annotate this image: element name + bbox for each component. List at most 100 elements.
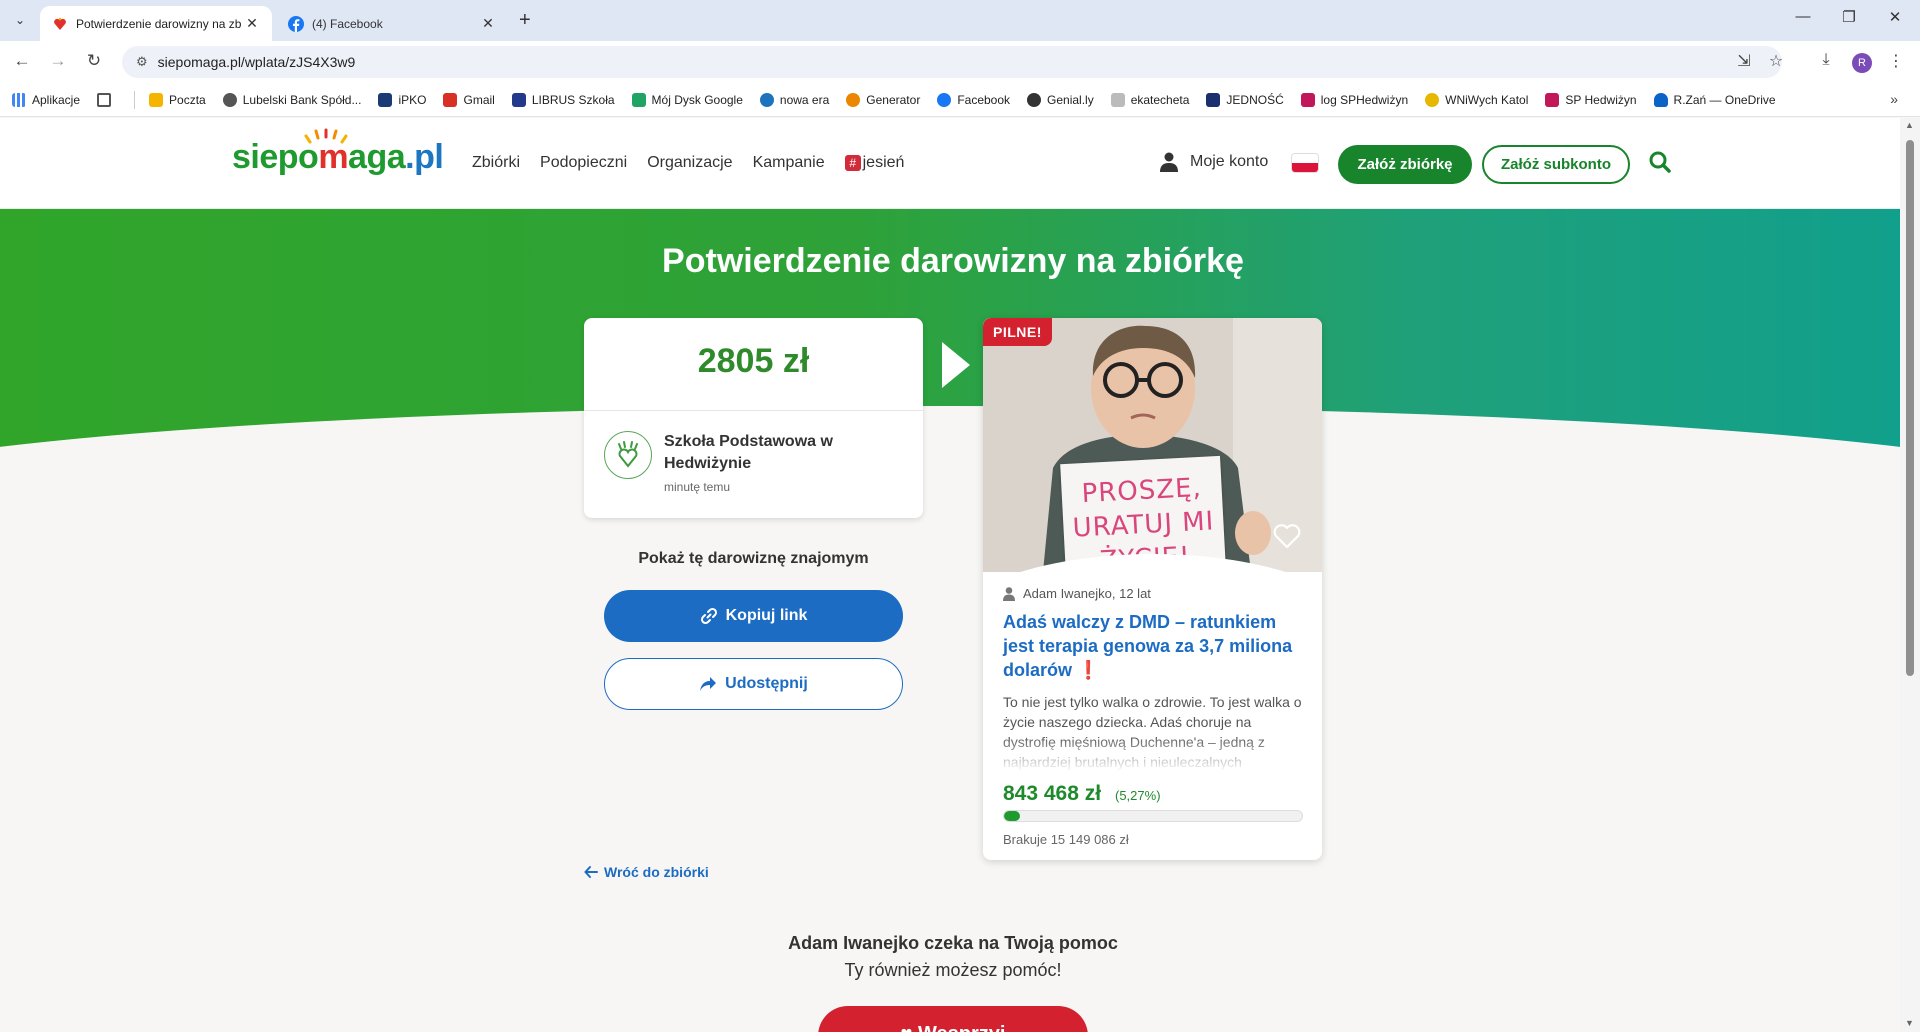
bookmark-item[interactable]: log SPHedwiżyn <box>1300 92 1408 107</box>
site-logo[interactable]: siepomaga.pl <box>232 138 444 177</box>
bookmark-item[interactable]: Genial.ly <box>1027 92 1094 107</box>
apps-grid-icon <box>12 92 26 107</box>
polish-flag-icon[interactable] <box>1292 154 1318 172</box>
page-scrollbar[interactable]: ▲ ▼ <box>1900 118 1920 1032</box>
sun-icon <box>1425 92 1440 107</box>
create-fundraiser-button[interactable]: Załóż zbiórkę <box>1338 145 1472 184</box>
profile-avatar[interactable]: R <box>1852 53 1872 73</box>
nav-kampanie[interactable]: Kampanie <box>753 154 825 172</box>
bank-icon <box>222 92 237 107</box>
back-icon[interactable]: ← <box>10 51 34 71</box>
install-app-icon[interactable]: ⇲ <box>1732 51 1756 71</box>
bookmark-item[interactable]: Generator <box>846 92 920 107</box>
bookmark-item[interactable]: nowa era <box>759 92 829 107</box>
page-viewport: siepomaga.pl Zbiórki Podopieczni Organiz… <box>0 118 1920 1032</box>
bookmark-item[interactable]: SP Hedwiżyn <box>1545 92 1637 107</box>
bookmark-item[interactable]: iPKO <box>378 92 426 107</box>
bookmark-item[interactable]: Mój Dysk Google <box>631 92 743 107</box>
scrollbar-thumb[interactable] <box>1906 140 1914 676</box>
copy-link-button[interactable]: Kopiuj link <box>604 590 903 642</box>
nav-zbiorki[interactable]: Zbiórki <box>472 154 520 172</box>
bookmark-item[interactable]: Gmail <box>443 92 495 107</box>
restore-icon[interactable]: ❐ <box>1826 8 1872 26</box>
campaign-title[interactable]: Adaś walczy z DMD – ratunkiem jest terap… <box>1003 610 1308 682</box>
organization-name[interactable]: Szkoła Podstawowa w Hedwiżynie <box>664 431 904 475</box>
donation-time: minutę temu <box>664 480 731 494</box>
share-heading: Pokaż tę darowiznę znajomym <box>638 550 869 567</box>
nav-podopieczni[interactable]: Podopieczni <box>540 154 627 172</box>
downloads-icon[interactable]: ⤓ <box>1814 51 1838 69</box>
bookmark-item[interactable]: Lubelski Bank Spółd... <box>222 92 362 107</box>
tab-title: Potwierdzenie darowizny na zb <box>76 16 242 31</box>
bookmarks-overflow-icon[interactable]: » <box>1890 91 1898 107</box>
address-toolbar: ← → ↻ ⚙ siepomaga.pl/wplata/zJS4X3w9 ⇲ ☆… <box>0 41 1920 83</box>
close-tab-icon[interactable]: ✕ <box>244 15 260 32</box>
donation-card: 2805 zł Szkoła Podstawowa w Hedwiżynie m… <box>584 318 923 518</box>
person-icon <box>1003 586 1015 601</box>
bookmark-label: LIBRUS Szkoła <box>531 92 615 107</box>
arrow-right-icon <box>942 342 970 388</box>
help-heading: Adam Iwanejko czeka na Twoją pomoc <box>788 933 1118 953</box>
bookmark-star-icon[interactable]: ☆ <box>1764 51 1788 71</box>
progress-bar <box>1003 810 1303 822</box>
nav-organizacje[interactable]: Organizacje <box>647 154 732 172</box>
donation-amount: 2805 zł <box>697 342 810 380</box>
new-tab-icon[interactable]: + <box>519 9 531 32</box>
tab-donation-confirmation[interactable]: Potwierdzenie darowizny na zb ✕ <box>40 6 272 41</box>
tab-search-chevron-icon[interactable]: ⌄ <box>8 8 32 32</box>
bookmark-tab-groups[interactable] <box>97 92 117 107</box>
heart-favorite-icon[interactable] <box>1273 523 1301 549</box>
bookmark-item[interactable]: Poczta <box>149 92 206 107</box>
account-link[interactable]: Moje konto <box>1160 152 1268 172</box>
share-button[interactable]: Udostępnij <box>604 658 903 710</box>
bookmark-item[interactable]: JEDNOŚĆ <box>1206 92 1284 107</box>
jednosc-icon <box>1206 92 1221 107</box>
facebook-favicon-icon <box>288 15 304 32</box>
bookmark-label: ekatecheta <box>1130 92 1190 107</box>
site-header: siepomaga.pl Zbiórki Podopieczni Organiz… <box>0 118 1900 209</box>
campaign-photo[interactable]: PROSZĘ, URATUJ MI ŻYCIE! PILNE! <box>983 318 1322 572</box>
search-icon[interactable] <box>1648 150 1672 174</box>
progress-fill <box>1004 811 1020 821</box>
nav-jesien[interactable]: # jesień <box>844 154 904 172</box>
minimize-icon[interactable]: — <box>1780 8 1826 25</box>
bookmark-item[interactable]: R.Zań — OneDrive <box>1653 92 1776 107</box>
tab-facebook[interactable]: (4) Facebook ✕ <box>276 6 508 41</box>
bookmark-item[interactable]: Facebook <box>937 92 1010 107</box>
siepomaga-favicon-icon <box>52 16 68 32</box>
logo-text: aga <box>348 138 406 176</box>
bookmark-label: Lubelski Bank Spółd... <box>242 92 362 107</box>
close-window-icon[interactable]: ✕ <box>1872 8 1918 26</box>
school-logo-icon <box>1300 92 1315 107</box>
campaign-card[interactable]: PROSZĘ, URATUJ MI ŻYCIE! PILNE! Adam Iwa… <box>983 318 1322 860</box>
bookmark-label: JEDNOŚĆ <box>1226 92 1284 107</box>
url-text[interactable]: siepomaga.pl/wplata/zJS4X3w9 <box>158 54 356 70</box>
beneficiary-name: Adam Iwanejko, 12 lat <box>1023 586 1151 601</box>
site-info-icon[interactable]: ⚙ <box>136 54 148 70</box>
reload-icon[interactable]: ↻ <box>82 51 106 71</box>
bookmark-item[interactable]: LIBRUS Szkoła <box>511 92 615 107</box>
bookmark-label: WNiWych Katol <box>1445 92 1529 107</box>
genially-icon <box>1027 92 1042 107</box>
scroll-down-icon[interactable]: ▼ <box>1905 1018 1914 1028</box>
bookmark-label: Poczta <box>169 92 206 107</box>
bookmark-item[interactable]: ekatecheta <box>1110 92 1190 107</box>
forward-icon[interactable]: → <box>46 51 70 71</box>
bookmark-item[interactable]: WNiWych Katol <box>1425 92 1529 107</box>
back-to-fundraiser-link[interactable]: Wróć do zbiórki <box>584 864 709 880</box>
scroll-up-icon[interactable]: ▲ <box>1905 120 1914 130</box>
bookmark-label: Gmail <box>463 92 495 107</box>
close-tab-icon[interactable]: ✕ <box>480 15 496 32</box>
user-icon <box>1160 152 1178 172</box>
account-label: Moje konto <box>1190 153 1269 170</box>
url-omnibox[interactable]: ⚙ siepomaga.pl/wplata/zJS4X3w9 <box>122 46 1782 78</box>
raised-percent: (5,27%) <box>1115 788 1161 803</box>
support-button[interactable]: ♥ Wesprzyj <box>818 1006 1088 1032</box>
bookmark-apps[interactable]: Aplikacje <box>12 92 80 107</box>
librus-icon <box>511 92 526 107</box>
hashtag-icon: # <box>844 155 861 171</box>
bookmarks-bar: Aplikacje Poczta Lubelski Bank Spółd... … <box>0 83 1920 117</box>
campaign-description: To nie jest tylko walka o zdrowie. To je… <box>1003 694 1302 770</box>
menu-kebab-icon[interactable]: ⋮ <box>1884 51 1908 71</box>
create-subaccount-button[interactable]: Załóż subkonto <box>1482 145 1630 184</box>
